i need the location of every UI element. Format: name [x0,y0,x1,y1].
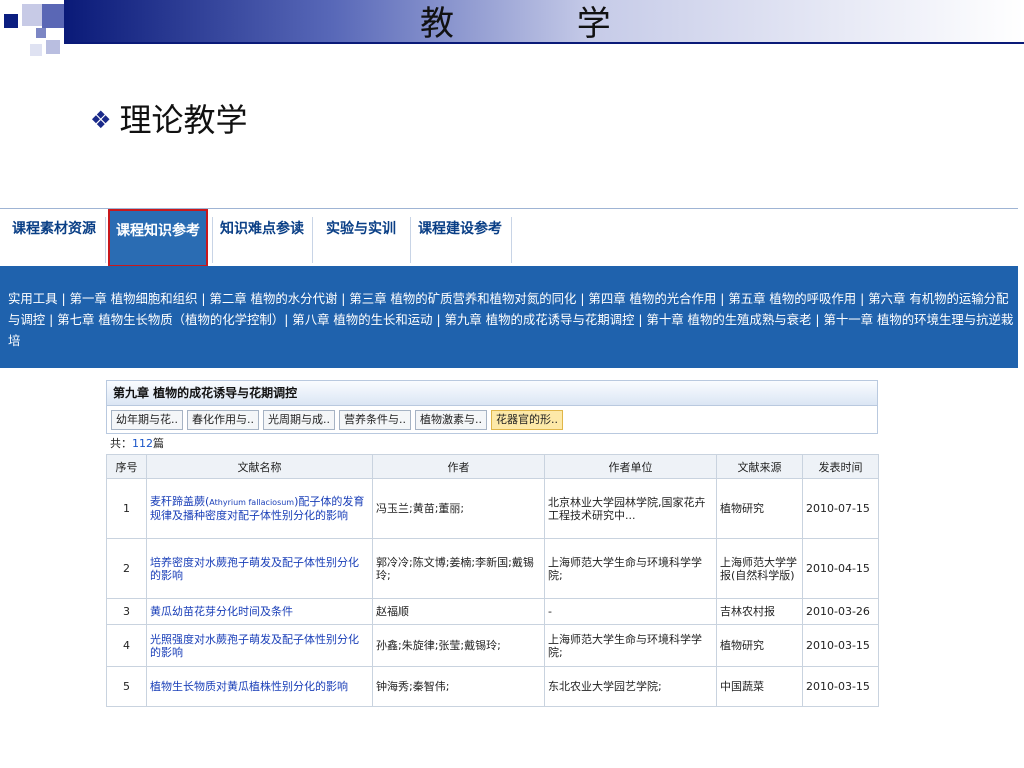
nav-divider [511,217,512,263]
count-label: 共： [110,437,132,450]
row-number: 4 [106,624,147,667]
bullet-item: ❖ 理论教学 [90,100,248,140]
nav-divider [212,217,213,263]
decor-square [30,44,42,56]
column-header: 作者单位 [544,454,717,479]
column-header: 序号 [106,454,147,479]
bullet-text: 理论教学 [119,101,248,139]
publish-date: 2010-03-26 [802,598,879,625]
chapter-links-bar: 实用工具 | 第一章 植物细胞和组织 | 第二章 植物的水分代谢 | 第三章 植… [0,266,1018,368]
table-row: 4 光照强度对水蕨孢子萌发及配子体性别分化的影响 孙鑫;朱旋律;张莹;戴锡玲; … [106,624,879,667]
table-row: 1 麦秆蹄盖蕨(Athyrium fallaciosum)配子体的发育规律及播种… [106,478,879,539]
count-value: 112 [132,437,153,450]
subtopic-tab[interactable]: 植物激素与.. [415,410,487,430]
panel-heading: 第九章 植物的成花诱导与花期调控 [106,380,878,406]
diamond-bullet-icon: ❖ [90,106,112,134]
author-affiliation: 北京林业大学园林学院,国家花卉工程技术研究中... [544,478,717,539]
author-affiliation: 上海师范大学生命与环境科学学院; [544,538,717,599]
subtopic-tab[interactable]: 春化作用与.. [187,410,259,430]
column-header: 发表时间 [802,454,879,479]
row-number: 3 [106,598,147,625]
authors: 赵福顺 [372,598,545,625]
nav-tab-course-building[interactable]: 课程建设参考 [412,209,508,267]
nav-divider [312,217,313,263]
subtopic-tab[interactable]: 营养条件与.. [339,410,411,430]
column-header: 文献来源 [716,454,803,479]
table-row: 5 植物生长物质对黄瓜植株性别分化的影响 钟海秀;秦智伟; 东北农业大学园艺学院… [106,666,879,707]
author-affiliation: - [544,598,717,625]
publish-date: 2010-07-15 [802,478,879,539]
row-number: 1 [106,478,147,539]
table-row: 3 黄瓜幼苗花芽分化时间及条件 赵福顺 - 吉林农村报 2010-03-26 [106,598,879,625]
decor-square [36,28,46,38]
literature-panel: 第九章 植物的成花诱导与花期调控 幼年期与花.. 春化作用与.. 光周期与成..… [106,380,879,742]
nav-tab-experiments[interactable]: 实验与实训 [314,209,408,267]
source: 中国蔬菜 [716,666,803,707]
table-row: 2 培养密度对水蕨孢子萌发及配子体性别分化的影响 郭冷冷;陈文博;姜楠;李新国;… [106,538,879,599]
publish-date: 2010-04-15 [802,538,879,599]
author-affiliation: 东北农业大学园艺学院; [544,666,717,707]
authors: 钟海秀;秦智伟; [372,666,545,707]
author-affiliation: 上海师范大学生命与环境科学学院; [544,624,717,667]
authors: 郭冷冷;陈文博;姜楠;李新国;戴锡玲; [372,538,545,599]
count-unit: 篇 [153,437,164,450]
authors: 冯玉兰;黄苗;董丽; [372,478,545,539]
column-header: 文献名称 [146,454,373,479]
decor-square [42,4,64,28]
decor-square [22,4,42,26]
result-count: 共：112篇 [106,434,878,454]
source: 吉林农村报 [716,598,803,625]
paper-title-link[interactable]: 植物生长物质对黄瓜植株性别分化的影响 [146,666,373,707]
decor-square [4,14,18,28]
paper-title-link[interactable]: 黄瓜幼苗花芽分化时间及条件 [146,598,373,625]
subtopic-tabs: 幼年期与花.. 春化作用与.. 光周期与成.. 营养条件与.. 植物激素与.. … [106,406,878,434]
nav-tab-course-materials[interactable]: 课程素材资源 [6,209,102,267]
source: 植物研究 [716,624,803,667]
site-nav: 课程素材资源 课程知识参考 知识难点参读 实验与实训 课程建设参考 [0,208,1018,267]
publish-date: 2010-03-15 [802,666,879,707]
row-number: 2 [106,538,147,599]
nav-tab-key-points[interactable]: 知识难点参读 [214,209,310,267]
source: 植物研究 [716,478,803,539]
subtopic-tab[interactable]: 幼年期与花.. [111,410,183,430]
paper-title-link[interactable]: 光照强度对水蕨孢子萌发及配子体性别分化的影响 [146,624,373,667]
authors: 孙鑫;朱旋律;张莹;戴锡玲; [372,624,545,667]
column-header: 作者 [372,454,545,479]
paper-title-link[interactable]: 麦秆蹄盖蕨(Athyrium fallaciosum)配子体的发育规律及播种密度… [146,478,373,539]
nav-tab-knowledge-reference[interactable]: 课程知识参考 [108,209,208,267]
row-number: 5 [106,666,147,707]
publish-date: 2010-03-15 [802,624,879,667]
paper-title-link[interactable]: 培养密度对水蕨孢子萌发及配子体性别分化的影响 [146,538,373,599]
subtopic-tab[interactable]: 光周期与成.. [263,410,335,430]
literature-table: 序号 文献名称 作者 作者单位 文献来源 发表时间 1 麦秆蹄盖蕨(Athyri… [106,454,879,707]
latin-name: Athyrium fallaciosum [209,498,295,507]
source: 上海师范大学学报(自然科学版) [716,538,803,599]
subtopic-tab-selected[interactable]: 花器官的形.. [491,410,563,430]
nav-divider [410,217,411,263]
decor-square [46,40,60,54]
slide-title: 教 学 [420,4,667,44]
nav-divider [105,217,106,263]
table-header-row: 序号 文献名称 作者 作者单位 文献来源 发表时间 [106,454,879,479]
chapter-links[interactable]: 实用工具 | 第一章 植物细胞和组织 | 第二章 植物的水分代谢 | 第三章 植… [8,291,1013,348]
